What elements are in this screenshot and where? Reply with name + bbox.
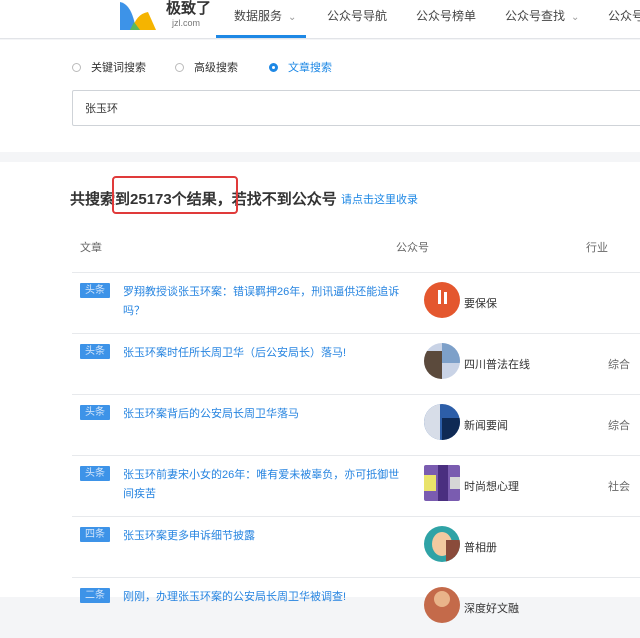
article-title-link[interactable]: 张玉环案时任所长周卫华（后公安局长）落马! bbox=[123, 344, 408, 363]
table-row: 头条 张玉环前妻宋小女的26年：唯有爱未被辜负，亦可抵御世间疾苦 时尚想心理 社… bbox=[72, 455, 640, 516]
top-nav: 极致了 jzl.com 数据服务 ⌄ 公众号导航 公众号榜单 公众号查找 ⌄ 公众号 bbox=[0, 0, 640, 39]
account-avatar[interactable] bbox=[424, 587, 460, 623]
radio-checked-icon bbox=[269, 63, 278, 72]
industry-label: 综合 bbox=[608, 359, 630, 371]
account-name[interactable]: 深度好文融 bbox=[464, 600, 519, 616]
account-name[interactable]: 普相册 bbox=[464, 539, 497, 555]
search-panel: 关键词搜索 高级搜索 文章搜索 bbox=[0, 40, 640, 152]
radio-icon bbox=[72, 63, 81, 72]
article-title-link[interactable]: 罗翔教授谈张玉环案：错误羁押26年，刑讯逼供还能追诉吗？ bbox=[123, 283, 408, 321]
industry-label: 综合 bbox=[608, 420, 630, 432]
nav-data-services[interactable]: 数据服务 ⌄ bbox=[234, 7, 296, 24]
article-title-link[interactable]: 张玉环案更多申诉细节披露 bbox=[123, 527, 408, 546]
count-highlight-annotation bbox=[112, 176, 238, 214]
results-panel: 共搜索到25173个结果，若找不到公众号 请点击这里收录 文章 公众号 行业 头… bbox=[0, 162, 640, 623]
account-name[interactable]: 新闻要闻 bbox=[464, 417, 508, 433]
account-avatar[interactable] bbox=[424, 526, 460, 562]
nav-account-directory[interactable]: 公众号导航 bbox=[327, 7, 387, 24]
table-row: 头条 张玉环案时任所长周卫华（后公安局长）落马! 四川普法在线 综合 bbox=[72, 333, 640, 394]
logo-icon[interactable] bbox=[118, 0, 158, 30]
account-avatar[interactable] bbox=[424, 343, 460, 379]
article-title-link[interactable]: 刚刚，办理张玉环案的公安局长周卫华被调查! bbox=[123, 588, 408, 607]
position-tag: 头条 bbox=[80, 405, 110, 420]
account-avatar[interactable] bbox=[424, 465, 460, 501]
account-name[interactable]: 四川普法在线 bbox=[464, 356, 530, 372]
account-avatar[interactable] bbox=[424, 282, 460, 318]
position-tag: 四条 bbox=[80, 527, 110, 542]
account-avatar[interactable] bbox=[424, 404, 460, 440]
logo-subtitle: jzl.com bbox=[172, 18, 201, 28]
table-row: 二条 刚刚，办理张玉环案的公安局长周卫华被调查! 深度好文融 bbox=[72, 577, 640, 638]
position-tag: 头条 bbox=[80, 466, 110, 481]
table-row: 四条 张玉环案更多申诉细节披露 普相册 bbox=[72, 516, 640, 577]
account-name[interactable]: 时尚想心理 bbox=[464, 478, 519, 494]
table-row: 头条 罗翔教授谈张玉环案：错误羁押26年，刑讯逼供还能追诉吗？ 要保保 bbox=[72, 272, 640, 333]
industry-label: 社会 bbox=[608, 481, 630, 493]
column-header-account: 公众号 bbox=[396, 242, 429, 254]
nav-account-more[interactable]: 公众号 bbox=[608, 7, 640, 24]
table-row: 头条 张玉环案背后的公安局长周卫华落马 新闻要闻 综合 bbox=[72, 394, 640, 455]
radio-advanced-search[interactable]: 高级搜索 bbox=[175, 59, 238, 75]
radio-icon bbox=[175, 63, 184, 72]
column-header-industry: 行业 bbox=[586, 242, 608, 254]
radio-article-search[interactable]: 文章搜索 bbox=[269, 59, 332, 75]
column-header-article: 文章 bbox=[80, 242, 102, 254]
search-input[interactable] bbox=[72, 90, 640, 126]
nav-active-indicator bbox=[216, 35, 306, 38]
position-tag: 头条 bbox=[80, 344, 110, 359]
nav-account-rankings[interactable]: 公众号榜单 bbox=[416, 7, 476, 24]
chevron-down-icon: ⌄ bbox=[571, 12, 580, 23]
radio-keyword-search[interactable]: 关键词搜索 bbox=[72, 59, 146, 75]
position-tag: 头条 bbox=[80, 283, 110, 298]
logo-title: 极致了 bbox=[166, 0, 212, 17]
account-name[interactable]: 要保保 bbox=[464, 295, 497, 311]
article-title-link[interactable]: 张玉环前妻宋小女的26年：唯有爱未被辜负，亦可抵御世间疾苦 bbox=[123, 466, 408, 504]
position-tag: 二条 bbox=[80, 588, 110, 603]
article-title-link[interactable]: 张玉环案背后的公安局长周卫华落马 bbox=[123, 405, 408, 424]
chevron-down-icon: ⌄ bbox=[288, 12, 297, 23]
nav-account-search[interactable]: 公众号查找 ⌄ bbox=[505, 7, 579, 24]
submit-account-link[interactable]: 请点击这里收录 bbox=[341, 191, 418, 207]
